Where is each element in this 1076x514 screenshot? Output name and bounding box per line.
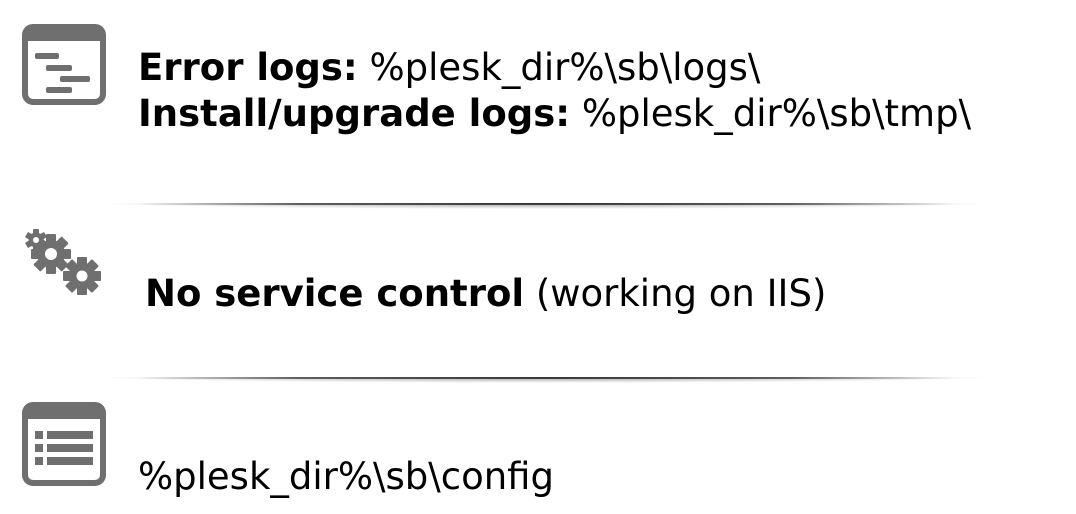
section-divider [110,203,980,209]
error-logs-line: Error logs: %plesk_dir%\sb\logs\ [138,46,760,90]
service-control-line: No service control (working on IIS) [145,272,826,316]
log-file-icon [22,24,106,105]
error-logs-label: Error logs: [138,46,358,89]
service-control-label: No service control [145,272,525,315]
config-path: %plesk_dir%\sb\config [138,455,554,498]
service-control-note: (working on IIS) [524,272,827,315]
install-logs-line: Install/upgrade logs: %plesk_dir%\sb\tmp… [138,92,971,136]
config-path-line: %plesk_dir%\sb\config [138,455,554,499]
gears-icon [25,229,101,295]
config-file-icon [22,402,106,486]
install-logs-label: Install/upgrade logs: [138,92,571,135]
section-divider [110,377,980,383]
error-logs-path: %plesk_dir%\sb\logs\ [357,46,761,89]
install-logs-path: %plesk_dir%\sb\tmp\ [570,92,972,135]
